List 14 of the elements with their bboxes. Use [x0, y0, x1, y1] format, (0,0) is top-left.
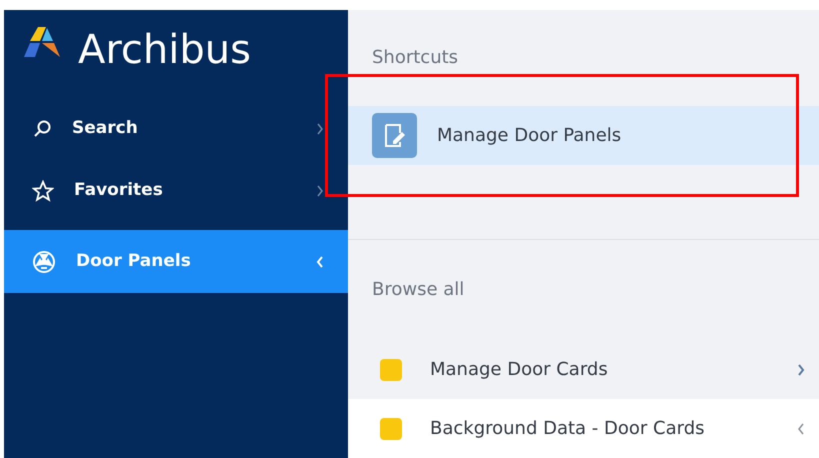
app-icon	[32, 250, 56, 274]
browse-item[interactable]: Manage Door Cards	[348, 340, 819, 399]
square-icon	[380, 418, 402, 440]
section-heading: Shortcuts	[371, 46, 460, 70]
edit-icon	[372, 113, 417, 158]
search-icon	[32, 119, 52, 139]
browse-item[interactable]: Background Data - Door Cards	[348, 399, 819, 458]
shortcut-item[interactable]: Manage Door Panels	[348, 106, 819, 165]
section-heading: Browse all	[371, 278, 466, 302]
square-icon	[380, 358, 402, 380]
sidebar-item[interactable]: Favorites	[4, 160, 348, 222]
star-icon	[32, 180, 54, 202]
sidebar-item[interactable]: Search	[4, 98, 348, 160]
logo-text: Archibus	[78, 30, 251, 70]
